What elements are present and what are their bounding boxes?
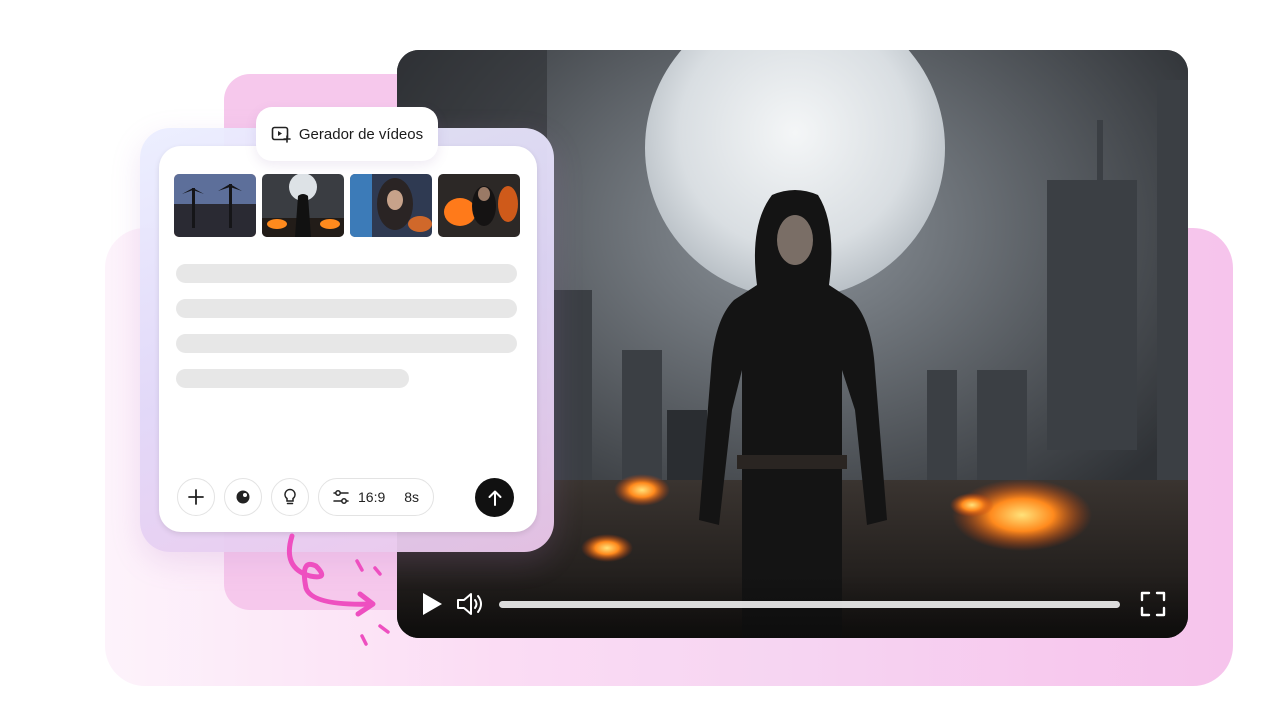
duration-value: 8s: [404, 489, 420, 505]
fullscreen-icon: [1140, 591, 1166, 617]
lightbulb-icon: [284, 488, 296, 505]
prompt-panel: 16:9 8s: [159, 146, 537, 532]
plus-icon: [188, 489, 204, 505]
decorative-arrow-icon: [286, 533, 390, 646]
sliders-icon: [333, 490, 349, 504]
image-thumbnail: [350, 174, 432, 237]
prompt-toolbar: 16:9 8s: [177, 478, 435, 516]
arrow-up-icon: [488, 490, 501, 506]
thumbnail-strip: [174, 174, 520, 237]
palette-icon: [236, 490, 250, 504]
placeholder-line: [176, 334, 517, 353]
idea-button[interactable]: [271, 478, 309, 516]
image-thumbnail: [438, 174, 520, 237]
fullscreen-button[interactable]: [1138, 589, 1168, 619]
tag-label: Gerador de vídeos: [298, 125, 424, 143]
play-icon: [423, 593, 442, 615]
volume-icon: [457, 593, 482, 615]
placeholder-line: [176, 369, 409, 388]
thumbnail-fire-battle[interactable]: [438, 174, 520, 237]
thumbnail-palm-sunset[interactable]: [174, 174, 256, 237]
video-generator-tag: Gerador de vídeos: [256, 107, 438, 161]
volume-button[interactable]: [455, 589, 487, 619]
aspect-ratio-value: 16:9: [358, 489, 386, 505]
thumbnail-warrior-portrait[interactable]: [350, 174, 432, 237]
progress-bar[interactable]: [499, 601, 1120, 608]
video-add-icon: [271, 126, 291, 143]
placeholder-line: [176, 264, 517, 283]
image-thumbnail: [174, 174, 256, 237]
style-button[interactable]: [224, 478, 262, 516]
thumbnail-hooded-moon[interactable]: [262, 174, 344, 237]
image-thumbnail: [262, 174, 344, 237]
player-controls: [397, 574, 1188, 638]
play-button[interactable]: [417, 589, 447, 619]
send-button[interactable]: [475, 478, 514, 517]
settings-button[interactable]: 16:9 8s: [318, 478, 435, 516]
placeholder-line: [176, 299, 517, 318]
add-button[interactable]: [177, 478, 215, 516]
